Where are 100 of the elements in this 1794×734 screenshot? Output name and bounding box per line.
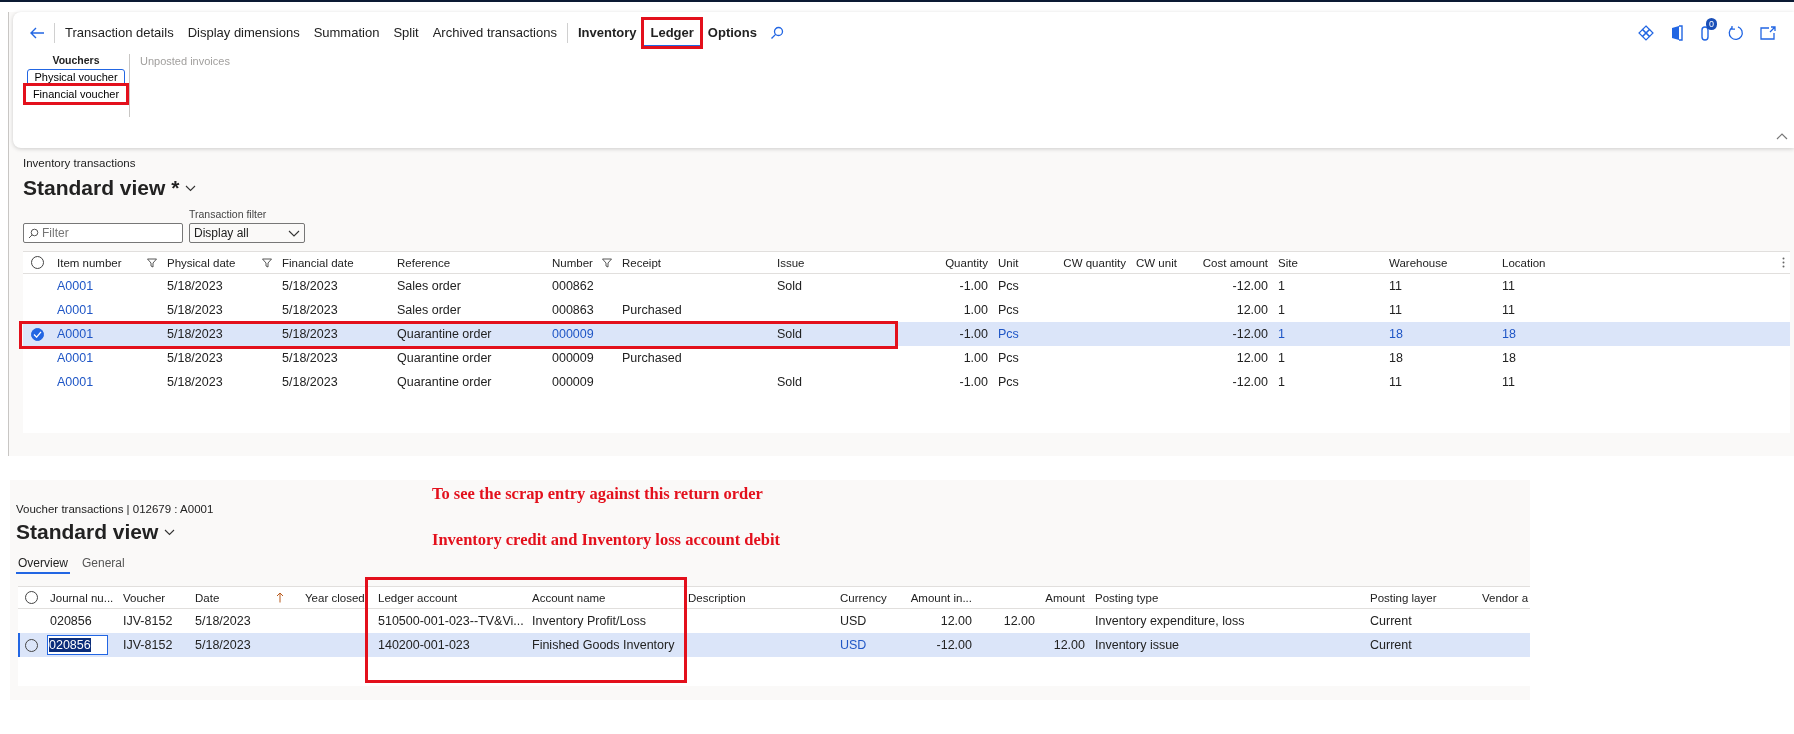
table-cell: 11 (1502, 303, 1515, 317)
open-in-new-window-icon[interactable] (1760, 26, 1776, 40)
filter-icon[interactable] (602, 257, 612, 268)
voucher-button[interactable]: Financial voucher (25, 86, 127, 102)
table-cell: 1 (1278, 279, 1285, 293)
table-cell: 11 (1502, 279, 1515, 293)
column-header[interactable]: Reference (392, 252, 547, 273)
table-cell: 18 (1389, 327, 1403, 341)
table-cell: 12.00 (1236, 351, 1268, 365)
table-row[interactable]: A0001 5/18/2023 5/18/2023 Quarantine order 000009 Purchased 1.00 Pcs 12.00 1 18 18 (23, 346, 1790, 370)
action-tab[interactable]: Inventory (570, 19, 644, 47)
tab[interactable]: Overview (16, 556, 70, 574)
column-header[interactable]: Account name (527, 587, 683, 608)
table-cell: Purchased (622, 303, 682, 317)
column-header[interactable]: Year closed (300, 587, 373, 608)
column-header[interactable]: Item number (52, 252, 162, 273)
table-row[interactable]: A0001 5/18/2023 5/18/2023 Quarantine order 000009 Sold -1.00 Pcs -12.00 1 11 11 (23, 370, 1790, 394)
table-row[interactable]: 020856 IJV-8152 5/18/2023 510500-001-023--TV&Vi... Inventory Profit/Loss USD 12.00 12.00 Inventory expenditure, loss Current (18, 609, 1530, 633)
transaction-filter-dropdown[interactable]: Display all (189, 223, 305, 243)
table-cell: Sold (777, 375, 803, 389)
table-cell[interactable]: A0001 (57, 303, 94, 317)
table-cell: 5/18/2023 (167, 303, 223, 317)
row-checkbox[interactable] (31, 327, 44, 341)
refresh-icon[interactable] (1728, 25, 1744, 41)
view-name[interactable]: Standard view (16, 520, 159, 544)
column-header[interactable]: CW unit (1131, 252, 1193, 273)
collapse-chevron-icon[interactable] (1776, 132, 1788, 140)
action-tab[interactable]: Summation (306, 19, 387, 47)
column-header[interactable]: Site (1273, 252, 1384, 273)
column-header[interactable]: Cost amount (1193, 252, 1273, 273)
back-arrow-icon[interactable] (29, 26, 45, 40)
table-cell: 5/18/2023 (195, 638, 251, 652)
table-cell: 140200-001-023 (378, 638, 470, 652)
column-header[interactable]: Amount (1040, 587, 1090, 608)
column-header[interactable]: Posting layer (1365, 587, 1477, 608)
column-header[interactable]: Amount in... (905, 587, 977, 608)
table-cell[interactable]: A0001 (57, 375, 94, 389)
table-cell: Sold (777, 279, 803, 293)
column-header[interactable]: Quantity (892, 252, 993, 273)
table-cell: 5/18/2023 (282, 279, 338, 293)
page-caption: Inventory transactions (23, 157, 136, 169)
table-cell[interactable]: A0001 (57, 327, 94, 341)
table-cell[interactable]: A0001 (57, 279, 94, 293)
column-header[interactable]: CW quantity (1061, 252, 1131, 273)
action-tab[interactable]: Options (700, 19, 764, 47)
table-cell: Quarantine order (397, 351, 492, 365)
chevron-down-icon[interactable] (164, 528, 176, 536)
tab[interactable]: General (80, 556, 127, 574)
journal-number-field[interactable]: 020856 (47, 635, 108, 655)
table-cell: Pcs (998, 303, 1019, 317)
filter-icon[interactable] (147, 257, 157, 268)
annotation-text: To see the scrap entry against this return order (432, 484, 764, 504)
column-header[interactable]: Currency (835, 587, 905, 608)
filter-icon[interactable] (262, 257, 272, 268)
view-name[interactable]: Standard view * (23, 176, 180, 200)
table-cell: 000009 (552, 351, 594, 365)
column-header[interactable]: Physical date (162, 252, 277, 273)
action-tab[interactable]: Transaction details (58, 19, 181, 47)
filter-field[interactable]: Filter (23, 223, 183, 243)
column-header[interactable]: Posting type (1090, 587, 1365, 608)
column-header[interactable]: Voucher (118, 587, 190, 608)
table-cell: 11 (1389, 375, 1402, 389)
table-cell: 5/18/2023 (282, 375, 338, 389)
annotation-text: Inventory credit and Inventory loss account debit (432, 530, 781, 550)
table-cell[interactable]: A0001 (57, 351, 94, 365)
more-options-icon[interactable] (1782, 257, 1785, 268)
table-cell[interactable]: USD (840, 638, 867, 652)
column-header[interactable]: Date (190, 587, 300, 608)
table-row[interactable]: 020856 IJV-8152 5/18/2023 140200-001-023 Finished Goods Inventory USD -12.00 12.00 Inventory issue Current (18, 633, 1530, 657)
column-header[interactable]: Warehouse (1384, 252, 1497, 273)
column-header[interactable]: Receipt (617, 252, 772, 273)
office-icon[interactable] (1670, 25, 1684, 41)
page-caption: Voucher transactions | 012679 : A0001 (16, 503, 214, 515)
column-header[interactable]: Unit (993, 252, 1061, 273)
column-header[interactable]: Description (683, 587, 835, 608)
column-header[interactable]: Issue (772, 252, 892, 273)
table-cell: Inventory expenditure, loss (1095, 614, 1245, 628)
table-cell: 12.00 (1003, 614, 1035, 628)
action-tab[interactable]: Ledger (643, 19, 701, 47)
column-header[interactable]: Vendor a (1477, 587, 1535, 608)
sort-ascending-icon[interactable] (276, 592, 284, 603)
table-cell: 5/18/2023 (167, 279, 223, 293)
action-tab[interactable]: Split (386, 19, 426, 47)
column-header[interactable]: Location (1497, 252, 1752, 273)
table-cell: 5/18/2023 (167, 327, 223, 341)
table-row[interactable]: A0001 5/18/2023 5/18/2023 Sales order 000863 Purchased 1.00 Pcs 12.00 1 11 11 (23, 298, 1790, 322)
attachment-icon[interactable] (1700, 25, 1712, 41)
search-icon[interactable] (769, 26, 784, 40)
diamond-icon[interactable] (1638, 25, 1654, 41)
column-header[interactable]: Financial date (277, 252, 392, 273)
column-header[interactable]: Journal nu... (45, 587, 118, 608)
chevron-down-icon[interactable] (185, 184, 197, 192)
table-cell: -1.00 (959, 279, 988, 293)
action-tab[interactable]: Display dimensions (180, 19, 307, 47)
action-tab[interactable]: Archived transactions (425, 19, 564, 47)
column-header[interactable]: Number (547, 252, 617, 273)
column-header[interactable]: Ledger account (373, 587, 527, 608)
table-cell: 5/18/2023 (167, 375, 223, 389)
table-row[interactable]: A0001 5/18/2023 5/18/2023 Sales order 000862 Sold -1.00 Pcs -12.00 1 11 11 (23, 274, 1790, 298)
table-cell: 5/18/2023 (282, 327, 338, 341)
